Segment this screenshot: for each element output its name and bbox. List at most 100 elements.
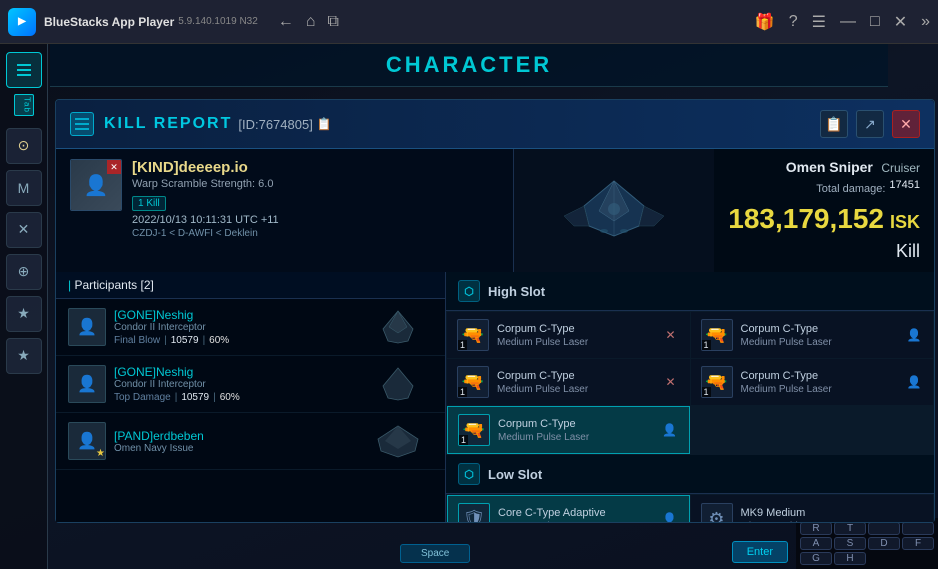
- key-d[interactable]: D: [868, 537, 900, 550]
- key-s[interactable]: S: [834, 537, 866, 550]
- victim-section: ✕ 👤 [KIND]deeeep.io Warp Scramble Streng…: [56, 149, 514, 272]
- panel-actions: 📋 ↗ ✕: [820, 110, 920, 138]
- low-item-sub-2: Microwarpdrive: [741, 521, 924, 522]
- kill-badge: 1 Kill: [132, 196, 166, 211]
- high-slot-item-4[interactable]: 🔫 1 Corpum C-Type Medium Pulse Laser 👤: [691, 359, 934, 405]
- isk-amount: 183,179,152: [728, 205, 884, 233]
- high-slot-label: High Slot: [488, 284, 545, 299]
- participant-info-1: [GONE]Neshig Condor II Interceptor Final…: [114, 308, 355, 346]
- low-item-icon-1: 🛡 1: [458, 503, 490, 522]
- item-name-5: Corpum C-Type: [498, 417, 653, 431]
- participant-ship-img-2: [363, 364, 433, 404]
- key-a[interactable]: A: [800, 537, 832, 550]
- item-icon-1: 🔫 1: [457, 319, 489, 351]
- key-g[interactable]: G: [800, 552, 832, 565]
- sidebar-btn-4[interactable]: ⊕: [6, 254, 42, 290]
- gift-button[interactable]: 🎁: [755, 12, 775, 32]
- space-button[interactable]: Space: [400, 544, 470, 563]
- slots-panel: ⬡ High Slot 🔫 1 Corpum C-Type Medium Pul…: [446, 272, 934, 522]
- item-action-close-1[interactable]: ✕: [662, 326, 680, 344]
- sidebar-btn-1[interactable]: ⊙: [6, 128, 42, 164]
- participant-item-2[interactable]: 👤 [GONE]Neshig Condor II Interceptor Top…: [56, 356, 445, 413]
- participant-item-3[interactable]: 👤 ★ [PAND]erdbeben Omen Navy Issue: [56, 413, 445, 470]
- share-button[interactable]: ↗: [856, 110, 884, 138]
- minimize-button[interactable]: —: [840, 13, 856, 31]
- low-slot-item-1[interactable]: 🛡 1 Core C-Type Adaptive Armor Hardener …: [447, 495, 690, 522]
- enter-button[interactable]: Enter: [732, 541, 788, 563]
- back-button[interactable]: ←: [278, 13, 294, 31]
- item-info-3: Corpum C-Type Medium Pulse Laser: [497, 369, 654, 394]
- item-count-5: 1: [459, 435, 468, 445]
- key-f[interactable]: F: [902, 537, 934, 550]
- window-button[interactable]: ⧉: [327, 13, 338, 31]
- victim-avatar: ✕ 👤: [70, 159, 122, 211]
- low-slot-grid: 🛡 1 Core C-Type Adaptive Armor Hardener …: [446, 494, 934, 522]
- item-action-close-3[interactable]: ✕: [662, 373, 680, 391]
- ship-name: Omen Sniper: [786, 159, 873, 175]
- sidebar-btn-2[interactable]: M: [6, 170, 42, 206]
- stat-pct-1: 60%: [209, 335, 229, 346]
- item-action-person-4[interactable]: 👤: [905, 373, 923, 391]
- high-slot-item-2[interactable]: 🔫 1 Corpum C-Type Medium Pulse Laser 👤: [691, 312, 934, 358]
- low-item-name-2: MK9 Medium: [741, 506, 924, 520]
- more-button[interactable]: »: [921, 13, 930, 31]
- low-item-info-1: Core C-Type Adaptive Armor Hardener: [498, 506, 653, 522]
- participants-header: | Participants [2]: [56, 272, 445, 299]
- participant-avatar-3: 👤 ★: [68, 422, 106, 460]
- item-info-4: Corpum C-Type Medium Pulse Laser: [741, 369, 898, 394]
- clipboard-button[interactable]: 📋: [820, 110, 848, 138]
- close-window-button[interactable]: ✕: [894, 12, 907, 32]
- sidebar-menu-button[interactable]: [6, 52, 42, 88]
- high-slot-item-3[interactable]: 🔫 1 Corpum C-Type Medium Pulse Laser ✕: [447, 359, 690, 405]
- item-name-2: Corpum C-Type: [741, 322, 898, 336]
- panel-close-button[interactable]: ✕: [892, 110, 920, 138]
- victim-attribute: Warp Scramble Strength: 6.0: [132, 178, 499, 190]
- ship-class: Cruiser: [881, 161, 920, 175]
- bluestacks-logo: ▶: [8, 8, 36, 36]
- maximize-button[interactable]: □: [870, 13, 880, 31]
- participant-name-3: [PAND]erdbeben: [114, 429, 355, 443]
- low-item-name-1: Core C-Type Adaptive: [498, 506, 653, 520]
- victim-header: ✕ 👤 [KIND]deeeep.io Warp Scramble Streng…: [70, 159, 499, 239]
- sidebar-btn-6[interactable]: ★: [6, 338, 42, 374]
- menu-button[interactable]: ☰: [812, 12, 826, 32]
- item-sub-4: Medium Pulse Laser: [741, 384, 898, 395]
- app-name: BlueStacks App Player: [44, 15, 174, 29]
- home-button[interactable]: ⌂: [306, 13, 316, 31]
- sidebar-btn-5[interactable]: ★: [6, 296, 42, 332]
- stat-damage-2: 10579: [181, 392, 209, 403]
- low-item-action-1[interactable]: 👤: [661, 510, 679, 522]
- participant-ship-3: Omen Navy Issue: [114, 443, 355, 454]
- isk-label: ISK: [890, 212, 920, 233]
- sidebar-btn-3[interactable]: ✕: [6, 212, 42, 248]
- stat-pct-2: 60%: [220, 392, 240, 403]
- low-slot-icon: ⬡: [458, 463, 480, 485]
- kill-location: CZDJ-1 < D-AWFI < Deklein: [132, 228, 499, 239]
- key-r[interactable]: R: [800, 522, 832, 535]
- help-button[interactable]: ?: [789, 13, 798, 31]
- game-area: Tab ⊙ M ✕ ⊕ ★ ★ CHARACTER KILL REPORT [I…: [0, 44, 938, 569]
- item-icon-4: 🔫 1: [701, 366, 733, 398]
- high-slot-item-5[interactable]: 🔫 1 Corpum C-Type Medium Pulse Laser 👤: [447, 406, 690, 454]
- item-action-person-2[interactable]: 👤: [905, 326, 923, 344]
- item-name-4: Corpum C-Type: [741, 369, 898, 383]
- low-slot-item-2[interactable]: ⚙ MK9 Medium Microwarpdrive: [691, 495, 934, 522]
- item-info-5: Corpum C-Type Medium Pulse Laser: [498, 417, 653, 442]
- participant-stats-2: Top Damage | 10579 | 60%: [114, 392, 355, 403]
- key-t[interactable]: T: [834, 522, 866, 535]
- key-h[interactable]: H: [834, 552, 866, 565]
- item-sub-2: Medium Pulse Laser: [741, 337, 898, 348]
- item-name-3: Corpum C-Type: [497, 369, 654, 383]
- participant-ship-img-3: [363, 421, 433, 461]
- participant-ship-img-1: [363, 307, 433, 347]
- kill-date: 2022/10/13 10:11:31 UTC +11: [132, 214, 499, 226]
- item-icon-2: 🔫 1: [701, 319, 733, 351]
- panel-menu-icon[interactable]: [70, 112, 94, 136]
- participants-list: | Participants [2] 👤 [GONE]Neshig Condor…: [56, 272, 446, 522]
- participant-avatar-2: 👤: [68, 365, 106, 403]
- participant-avatar-1: 👤: [68, 308, 106, 346]
- key-y[interactable]: [868, 522, 900, 535]
- high-slot-item-1[interactable]: 🔫 1 Corpum C-Type Medium Pulse Laser ✕: [447, 312, 690, 358]
- participant-item[interactable]: 👤 [GONE]Neshig Condor II Interceptor Fin…: [56, 299, 445, 356]
- item-action-person-5[interactable]: 👤: [661, 421, 679, 439]
